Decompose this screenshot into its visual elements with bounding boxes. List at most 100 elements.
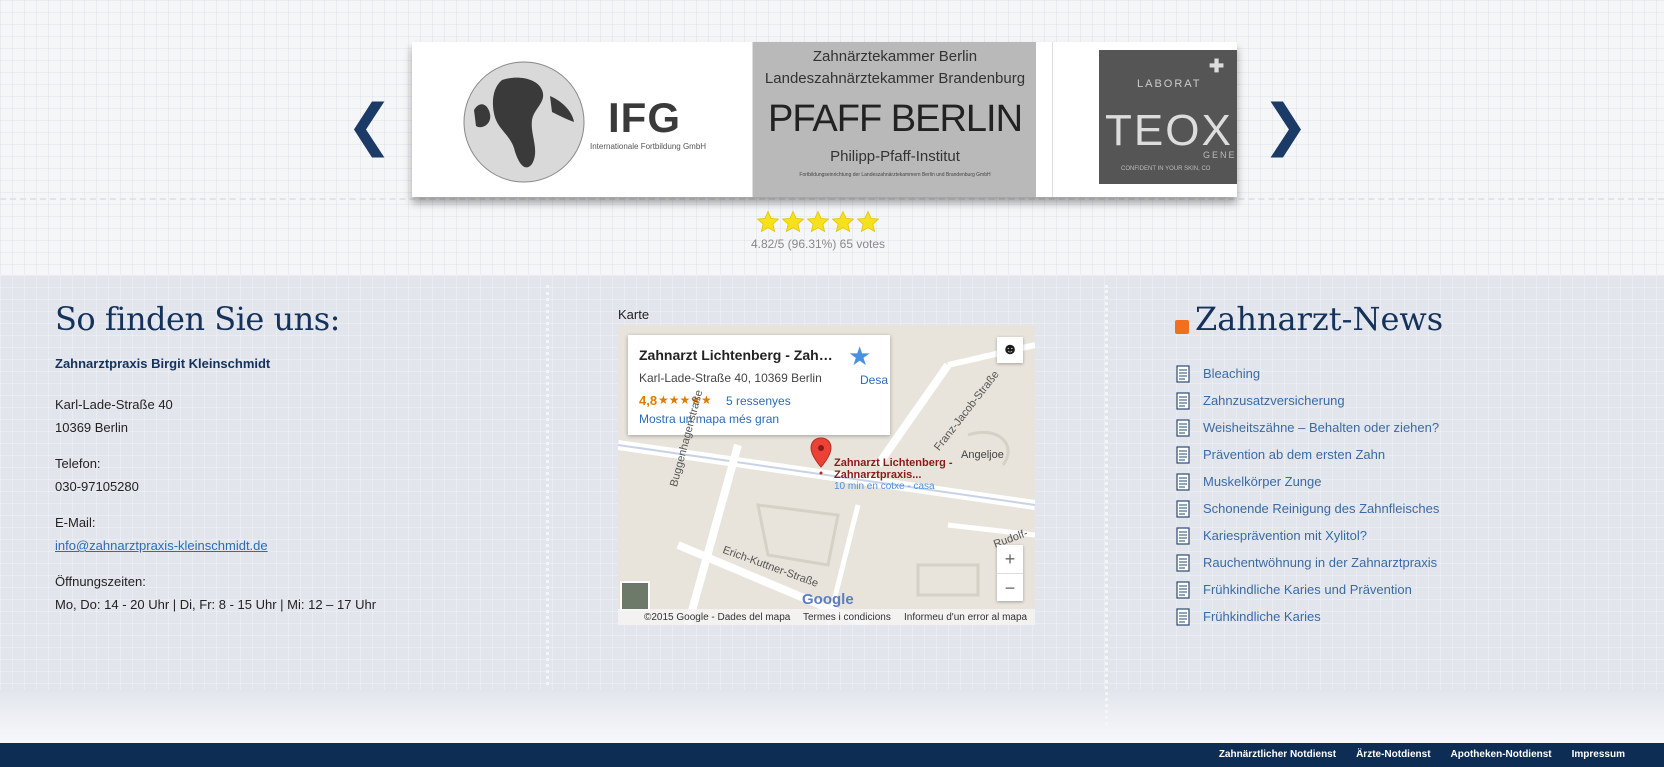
- pfaff-line-4: Fortbildungseinrichtung der Landeszahnär…: [799, 172, 991, 178]
- document-icon: [1176, 499, 1190, 518]
- news-item: Frühkindliche Karies und Prävention: [1175, 576, 1595, 603]
- news-item: Frühkindliche Karies: [1175, 603, 1595, 630]
- save-place-link[interactable]: Desa: [860, 373, 888, 387]
- zoom-in-button[interactable]: +: [997, 545, 1023, 573]
- news-link[interactable]: Kariesprävention mit Xylitol?: [1203, 528, 1367, 543]
- news-link[interactable]: Zahnzusatzversicherung: [1203, 393, 1345, 408]
- page-rating: 4.82/5 (96.31%) 65 votes: [740, 210, 896, 251]
- email-block: E-Mail: info@zahnarztpraxis-kleinschmidt…: [55, 511, 495, 557]
- document-icon: [1176, 607, 1190, 626]
- news-item: Weisheitszähne – Behalten oder ziehen?: [1175, 414, 1595, 441]
- news-item: Rauchentwöhnung in der Zahnarztpraxis: [1175, 549, 1595, 576]
- email-link[interactable]: info@zahnarztpraxis-kleinschmidt.de: [55, 538, 268, 553]
- star-icon[interactable]: [756, 210, 780, 234]
- news-item: Zahnzusatzversicherung: [1175, 387, 1595, 414]
- map-terms-link[interactable]: Termes i condicions: [803, 612, 891, 623]
- map-report-link[interactable]: Informeu d'un error al mapa: [904, 612, 1027, 623]
- footer-link-pharmacy-emergency[interactable]: Apotheken-Notdienst: [1451, 749, 1552, 760]
- site-footer: Zahnärztlicher Notdienst Ärzte-Notdienst…: [0, 743, 1664, 767]
- news-item: Prävention ab dem ersten Zahn: [1175, 441, 1595, 468]
- document-icon: [1176, 364, 1190, 383]
- news-item: Kariesprävention mit Xylitol?: [1175, 522, 1595, 549]
- document-icon: [1176, 445, 1190, 464]
- ifg-logo-subtitle: Internationale Fortbildung GmbH: [590, 142, 707, 151]
- document-icon: [1176, 553, 1190, 572]
- place-info-card: Zahnarzt Lichtenberg - Zahna... Karl-Lad…: [628, 335, 890, 435]
- document-icon: [1176, 580, 1190, 599]
- section-divider: [0, 198, 1664, 200]
- document-icon: [1176, 391, 1190, 410]
- place-score: 4,8: [639, 393, 658, 408]
- hours-block: Öffnungszeiten: Mo, Do: 14 - 20 Uhr | Di…: [55, 570, 495, 616]
- news-item: Muskelkörper Zunge: [1175, 468, 1595, 495]
- pfaff-line-1: Zahnärztekammer Berlin: [812, 48, 978, 65]
- star-icon[interactable]: [831, 210, 855, 234]
- teoxane-name: TEOX: [1105, 106, 1233, 155]
- section-fade: [0, 690, 1664, 743]
- email-label: E-Mail:: [55, 515, 96, 530]
- footer-link-doctor-emergency[interactable]: Ärzte-Notdienst: [1356, 749, 1430, 760]
- rss-icon[interactable]: [1175, 320, 1189, 334]
- pin-label: Zahnarzt Lichtenberg - Zahnarztpraxis...: [834, 457, 953, 481]
- pfaff-line-3: Philipp-Pfaff-Institut: [830, 148, 960, 165]
- carousel-next-button[interactable]: ❯: [1262, 96, 1309, 156]
- news-link[interactable]: Bleaching: [1203, 366, 1260, 381]
- news-item: Schonende Reinigung des Zahnfleisches: [1175, 495, 1595, 522]
- place-address: Karl-Lade-Straße 40, 10369 Berlin: [639, 371, 822, 385]
- poi-label: Angeljoe: [961, 449, 1004, 461]
- carousel-slide-ifg[interactable]: IFG Internationale Fortbildung GmbH: [412, 42, 734, 197]
- news-item: Bleaching: [1175, 360, 1595, 387]
- pfaff-line-2: Landeszahnärztekammer Brandenburg: [764, 70, 1026, 87]
- google-map[interactable]: Zahnarzt Lichtenberg - Zahna... Karl-Lad…: [618, 325, 1035, 625]
- street-view-pegman-icon[interactable]: ☻: [997, 337, 1023, 363]
- news-link[interactable]: Schonende Reinigung des Zahnfleisches: [1203, 501, 1439, 516]
- carousel-prev-button[interactable]: ❮: [346, 96, 393, 156]
- footer-link-dental-emergency[interactable]: Zahnärztlicher Notdienst: [1219, 749, 1336, 760]
- carousel-slide-pfaff[interactable]: Zahnärztekammer Berlin Landeszahnärzteka…: [752, 42, 1036, 197]
- contact-title: So finden Sie uns:: [55, 300, 340, 338]
- star-icon[interactable]: [856, 210, 880, 234]
- news-link[interactable]: Frühkindliche Karies und Prävention: [1203, 582, 1412, 597]
- phone-block: Telefon: 030-97105280: [55, 452, 495, 498]
- star-icon[interactable]: [806, 210, 830, 234]
- teoxane-gen: GENE: [1203, 150, 1237, 160]
- save-star-icon[interactable]: ★: [848, 341, 871, 372]
- hours-text: Mo, Do: 14 - 20 Uhr | Di, Fr: 8 - 15 Uhr…: [55, 597, 377, 612]
- star-icon[interactable]: [781, 210, 805, 234]
- place-title: Zahnarzt Lichtenberg - Zahna...: [639, 347, 835, 363]
- teoxane-logo: ✚ LABORAT TEOX GENE CONFIDENT IN YOUR SK…: [1099, 50, 1237, 184]
- bigger-map-link[interactable]: Mostra un mapa més gran: [639, 412, 779, 426]
- rating-summary: 4.82/5 (96.31%) 65 votes: [750, 237, 886, 251]
- contact-column: So finden Sie uns: Zahnarztpraxis Birgit…: [55, 300, 495, 629]
- news-link[interactable]: Muskelkörper Zunge: [1203, 474, 1322, 489]
- map-attribution-bar: ©2015 Google - Dades del mapa Termes i c…: [618, 609, 1035, 625]
- place-reviews-link[interactable]: 5 ressenyes: [726, 394, 791, 408]
- footer-link-imprint[interactable]: Impressum: [1572, 749, 1625, 760]
- hours-label: Öffnungszeiten:: [55, 574, 146, 589]
- column-divider: [546, 285, 549, 685]
- news-title: Zahnarzt-News: [1195, 300, 1444, 338]
- practice-name: Zahnarztpraxis Birgit Kleinschmidt: [55, 356, 271, 371]
- zoom-out-button[interactable]: −: [997, 574, 1023, 602]
- pfaff-logo-text: PFAFF BERLIN: [767, 98, 1023, 140]
- address-block: Karl-Lade-Straße 40 10369 Berlin: [55, 393, 495, 439]
- address-city: 10369 Berlin: [55, 420, 128, 435]
- news-link[interactable]: Frühkindliche Karies: [1203, 609, 1321, 624]
- column-divider: [1105, 285, 1108, 725]
- ifg-logo-text: IFG: [608, 94, 681, 141]
- carousel-slide-teoxane[interactable]: ✚ LABORAT TEOX GENE CONFIDENT IN YOUR SK…: [1052, 42, 1237, 197]
- news-link[interactable]: Rauchentwöhnung in der Zahnarztpraxis: [1203, 555, 1437, 570]
- pin-travel-time: 10 min en cotxe - casa: [834, 481, 935, 492]
- news-link[interactable]: Prävention ab dem ersten Zahn: [1203, 447, 1385, 462]
- phone-label: Telefon:: [55, 456, 101, 471]
- map-pin-icon[interactable]: [810, 437, 832, 475]
- map-label: Karte: [618, 307, 650, 322]
- map-copyright: ©2015 Google - Dades del mapa: [644, 612, 791, 623]
- cross-icon: ✚: [1209, 56, 1225, 76]
- news-link[interactable]: Weisheitszähne – Behalten oder ziehen?: [1203, 420, 1439, 435]
- news-header: Zahnarzt-News: [1175, 300, 1595, 338]
- document-icon: [1176, 526, 1190, 545]
- satellite-toggle[interactable]: [620, 581, 650, 611]
- teoxane-label: LABORAT: [1137, 78, 1202, 90]
- rating-stars: [740, 210, 896, 234]
